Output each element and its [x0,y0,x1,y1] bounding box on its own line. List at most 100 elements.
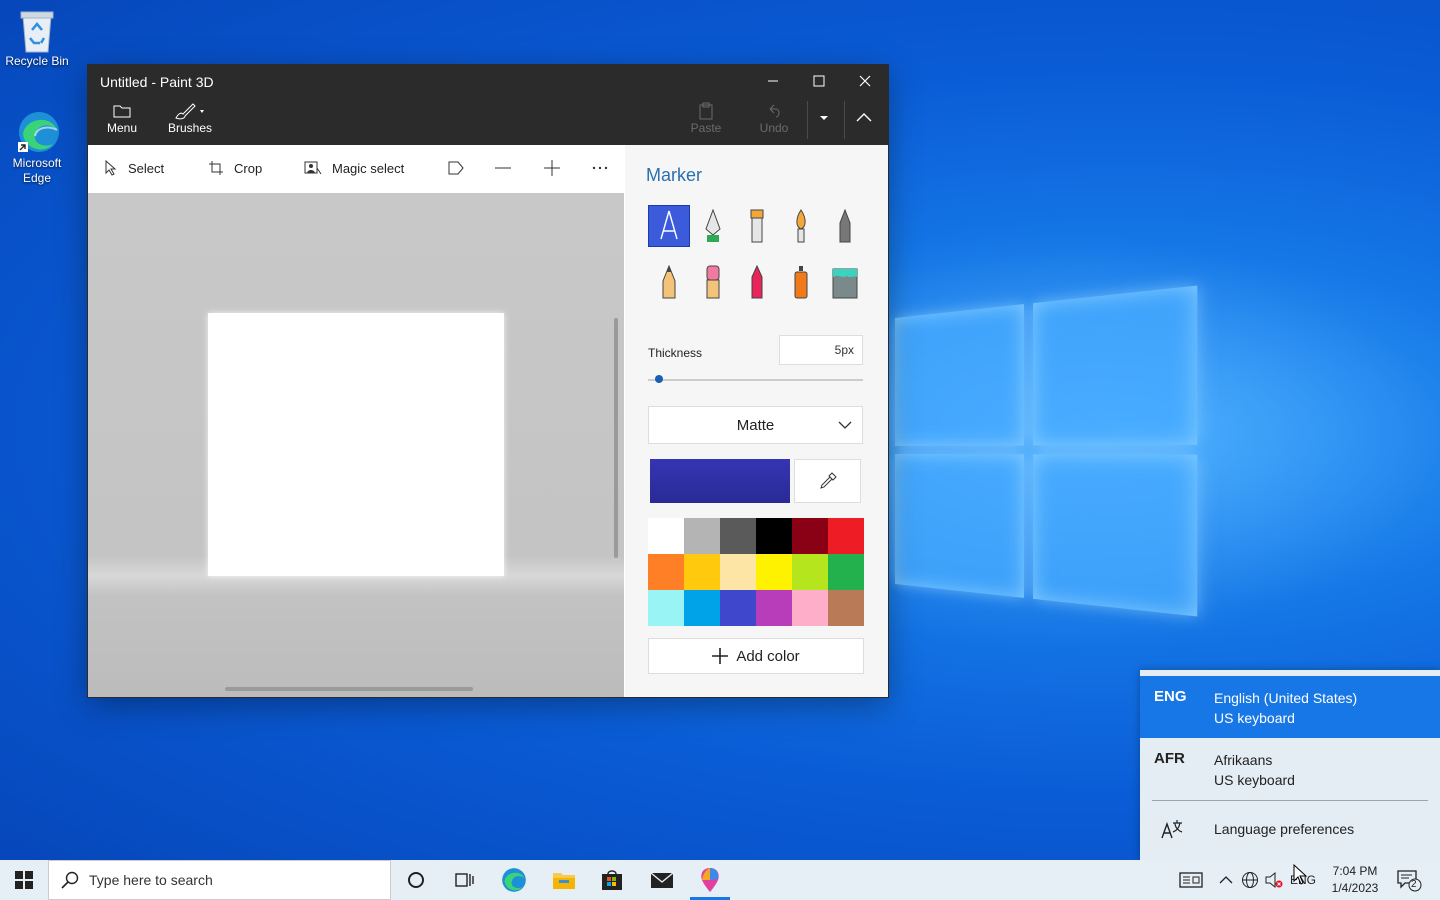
color-swatch[interactable] [792,590,828,626]
input-indicator-button[interactable]: ENG [1286,860,1320,900]
language-icon [1161,820,1183,839]
brushes-label: Brushes [168,121,213,135]
fill-bucket-brush[interactable] [825,262,865,302]
folder-icon [553,873,575,889]
drawing-canvas[interactable] [208,313,504,576]
taskbar-search-box[interactable]: Type here to search [48,860,391,900]
mouse-cursor-icon [1293,864,1308,885]
paste-button[interactable]: Paste [690,101,722,135]
more-options-button[interactable] [592,160,608,176]
desktop-icon-edge[interactable]: Microsoft Edge [1,110,73,186]
collapse-ribbon-button[interactable] [854,111,874,125]
canvas-area[interactable] [88,193,624,697]
color-swatch[interactable] [792,554,828,590]
menu-button[interactable]: Menu [106,101,138,135]
crayon-brush[interactable] [737,262,777,302]
marker-brush[interactable] [648,205,690,247]
color-swatch[interactable] [828,518,864,554]
toolbar-divider [844,101,845,139]
pencil-brush[interactable] [649,262,689,302]
color-swatch[interactable] [828,590,864,626]
language-item-eng[interactable]: ENG English (United States) US keyboard [1140,676,1440,738]
crop-tool[interactable]: Crop [208,160,262,176]
mail-icon [650,872,674,888]
magic-select-label: Magic select [332,160,405,176]
brushes-tab[interactable]: Brushes [168,101,212,135]
calligraphy-pen-brush[interactable] [693,206,733,246]
volume-button[interactable] [1263,860,1285,900]
fill-bucket-icon [832,268,858,299]
close-button[interactable] [842,65,888,97]
color-swatch[interactable] [756,518,792,554]
brush-panel: Marker Thickness 5px Matte Add color [625,145,888,697]
chevron-up-icon [1219,876,1233,884]
taskbar-store-button[interactable] [588,860,636,900]
color-swatch[interactable] [684,518,720,554]
color-swatch[interactable] [792,518,828,554]
desktop-icon-recycle-bin[interactable]: Recycle Bin [1,8,73,68]
clock-time: 7:04 PM [1332,864,1378,878]
start-button[interactable] [0,860,48,900]
taskbar-file-explorer-button[interactable] [540,860,588,900]
undo-label: Undo [759,121,789,135]
edge-icon [17,110,59,154]
oil-brush[interactable] [737,206,777,246]
eyedropper-button[interactable] [794,459,861,503]
zoom-in-button[interactable] [544,160,560,176]
color-swatch[interactable] [756,554,792,590]
history-dropdown-button[interactable] [814,111,834,125]
task-view-icon [455,873,474,887]
horizontal-scrollbar[interactable] [225,687,473,691]
color-swatch[interactable] [648,554,684,590]
flip-tool[interactable] [448,160,464,176]
magic-select-tool[interactable]: Magic select [304,160,404,176]
thickness-slider-thumb[interactable] [654,375,663,383]
action-center-button[interactable]: 2 [1394,860,1424,900]
taskbar-edge-button[interactable] [490,860,538,900]
minimize-button[interactable] [750,65,796,97]
add-color-label: Add color [736,647,800,665]
windows-start-icon [15,871,33,889]
finish-dropdown[interactable]: Matte [648,406,863,444]
pixel-pen-brush[interactable] [825,206,865,246]
color-swatch[interactable] [828,554,864,590]
vertical-scrollbar[interactable] [614,318,618,558]
add-color-button[interactable]: Add color [648,638,864,674]
taskbar-clock[interactable]: 7:04 PM 1/4/2023 [1324,863,1386,897]
color-swatch[interactable] [648,518,684,554]
taskbar-paint3d-button[interactable] [686,860,734,900]
spray-can-brush[interactable] [781,262,821,302]
crayon-icon [751,265,763,299]
news-widget-button[interactable] [1176,860,1206,900]
task-view-button[interactable] [440,860,488,900]
maximize-button[interactable] [796,65,842,97]
desktop-icon-label: Recycle Bin [5,54,69,68]
taskbar-mail-button[interactable] [638,860,686,900]
language-preferences-link[interactable]: Language preferences [1140,810,1440,850]
color-swatch[interactable] [684,590,720,626]
thickness-input[interactable]: 5px [779,335,863,365]
eraser-brush[interactable] [693,262,733,302]
flyout-divider [1152,800,1428,801]
zoom-out-button[interactable] [495,160,511,176]
thickness-slider[interactable] [648,379,863,381]
notification-icon [1397,870,1422,892]
select-tool[interactable]: Select [104,160,164,176]
oil-brush-icon [750,209,764,243]
network-button[interactable] [1239,860,1261,900]
current-color-swatch[interactable] [650,459,790,503]
taskbar: Type here to search ENG 7:04 PM 1/4/2023 [0,860,1440,900]
language-name: Afrikaans [1214,752,1273,768]
color-swatch[interactable] [720,554,756,590]
language-item-afr[interactable]: AFR Afrikaans US keyboard [1140,738,1440,800]
color-swatch[interactable] [684,554,720,590]
finish-value: Matte [736,416,775,434]
watercolor-brush[interactable] [781,206,821,246]
color-swatch[interactable] [648,590,684,626]
color-swatch[interactable] [756,590,792,626]
color-swatch[interactable] [720,518,756,554]
show-hidden-icons-button[interactable] [1216,860,1236,900]
color-swatch[interactable] [720,590,756,626]
cortana-button[interactable] [392,860,440,900]
undo-button[interactable]: Undo [758,101,790,135]
